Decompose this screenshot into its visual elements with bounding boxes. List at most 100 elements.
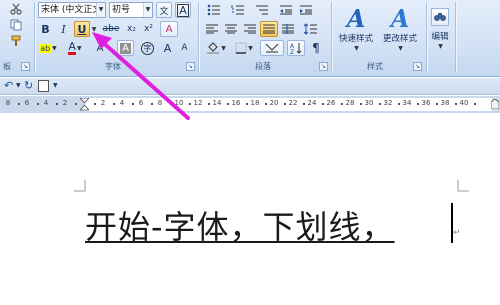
highlight-icon: ab xyxy=(39,43,52,53)
undo-icon[interactable]: ↶ xyxy=(4,79,13,92)
superscript-icon: x² xyxy=(144,24,153,34)
chevron-down-icon: ▼ xyxy=(398,45,403,52)
ruler-tick xyxy=(226,103,229,105)
ruler-number: 4 xyxy=(43,99,49,107)
ruler-number: 26 xyxy=(326,99,336,107)
bold-icon: B xyxy=(41,22,50,36)
ruler-tick xyxy=(207,103,210,105)
change-styles-label: 更改样式 xyxy=(382,34,417,44)
italic-button[interactable]: I xyxy=(56,21,71,37)
superscript-button[interactable]: x² xyxy=(141,21,156,37)
tab-stop-marker[interactable] xyxy=(490,98,500,110)
format-painter-icon[interactable] xyxy=(8,34,24,48)
numbering-icon xyxy=(231,5,244,15)
ruler-number: 28 xyxy=(345,99,355,107)
chevron-down-icon: ▼ xyxy=(354,45,359,52)
pinyin-guide-button[interactable]: 文 xyxy=(156,2,172,18)
clear-formatting-button[interactable]: A xyxy=(160,21,178,37)
character-border-box-button[interactable]: A xyxy=(117,40,134,56)
editing-button[interactable]: 编辑 ▼ xyxy=(428,3,452,59)
italic-icon: I xyxy=(61,22,66,36)
ruler-tick xyxy=(131,103,134,105)
align-left-button[interactable] xyxy=(203,21,221,37)
ruler-number: 34 xyxy=(402,99,412,107)
quick-styles-button[interactable]: A 快速样式 ▼ xyxy=(333,3,379,59)
font-size-combo[interactable]: 初号 ▼ xyxy=(109,2,153,18)
ruler-tick xyxy=(397,103,400,105)
grow-font-button[interactable]: A xyxy=(160,40,175,56)
char-border-box-icon: A xyxy=(120,42,131,54)
group-separator xyxy=(455,2,456,72)
line-spacing-button[interactable] xyxy=(300,21,322,37)
underline-button[interactable]: U xyxy=(74,21,90,37)
ruler-number: 36 xyxy=(421,99,431,107)
show-marks-button[interactable]: ¶ xyxy=(308,40,324,56)
borders-button[interactable]: ▼ xyxy=(232,40,256,56)
multilevel-list-icon xyxy=(256,5,268,15)
print-preview-icon[interactable] xyxy=(38,80,49,92)
character-shading-button[interactable]: A xyxy=(92,40,108,56)
clear-format-icon: A xyxy=(165,23,173,35)
ruler-tick xyxy=(454,103,457,105)
ruler-tick xyxy=(378,103,381,105)
increase-indent-button[interactable] xyxy=(297,2,315,18)
distributed-button[interactable] xyxy=(279,21,297,37)
font-dialog-launcher[interactable]: ↘ xyxy=(186,62,195,71)
chevron-down-icon: ▼ xyxy=(52,44,57,52)
align-center-button[interactable] xyxy=(222,21,240,37)
char-shading-icon: A xyxy=(96,42,104,54)
chinese-layout-button[interactable] xyxy=(260,40,284,56)
numbering-button[interactable] xyxy=(227,2,249,18)
ruler-number: 22 xyxy=(288,99,298,107)
paragraph-dialog-launcher[interactable]: ↘ xyxy=(319,62,328,71)
cut-icon[interactable] xyxy=(8,2,24,16)
ruler-tick xyxy=(150,103,153,105)
character-border-button[interactable]: A xyxy=(175,2,191,18)
redo-icon[interactable]: ↻ xyxy=(24,79,33,92)
ruler-tick xyxy=(245,103,248,105)
ruler-number: 10 xyxy=(174,99,184,107)
align-right-icon xyxy=(244,24,256,34)
align-left-icon xyxy=(206,24,218,34)
copy-icon[interactable] xyxy=(8,18,24,32)
horizontal-ruler[interactable]: 8 6 4 2 2 4 6 8 10 12 14 16 18 20 22 24 26 28 30 32 34 36 38 40 xyxy=(0,96,500,113)
shading-button[interactable]: ▼ xyxy=(203,40,229,56)
chevron-down-icon[interactable]: ▼ xyxy=(16,82,21,89)
sort-button[interactable]: AZ xyxy=(287,40,305,56)
document-text[interactable]: 开始-字体，下划线， xyxy=(85,202,395,248)
font-color-button[interactable]: A ▼ xyxy=(64,40,86,56)
clipboard-group-label: 板 xyxy=(3,62,11,71)
group-separator xyxy=(34,2,35,72)
binoculars-icon xyxy=(431,8,449,26)
ruler-tick xyxy=(416,103,419,105)
change-styles-button[interactable]: A 更改样式 ▼ xyxy=(375,3,425,59)
decrease-indent-button[interactable] xyxy=(277,2,295,18)
clipboard-dialog-launcher[interactable]: ↘ xyxy=(21,62,30,71)
enclose-icon: 字 xyxy=(141,41,154,55)
strikethrough-button[interactable]: abe xyxy=(101,21,121,37)
bold-button[interactable]: B xyxy=(38,21,53,37)
bullets-button[interactable] xyxy=(203,2,225,18)
ruler-number: 6 xyxy=(138,99,144,107)
editing-label: 编辑 xyxy=(431,32,449,42)
document-area[interactable]: 开始-字体，下划线， ↵ xyxy=(0,114,500,305)
indent-marker[interactable] xyxy=(79,97,90,111)
font-size-value: 初号 xyxy=(112,5,131,15)
subscript-button[interactable]: x₂ xyxy=(124,21,139,37)
justify-button[interactable] xyxy=(260,21,278,37)
align-right-button[interactable] xyxy=(241,21,259,37)
chevron-down-icon[interactable]: ▼ xyxy=(53,82,58,89)
styles-dialog-launcher[interactable]: ↘ xyxy=(413,62,422,71)
ruler-tick xyxy=(169,103,172,105)
underline-dropdown[interactable]: ▼ xyxy=(90,21,97,37)
chevron-down-icon[interactable]: ▼ xyxy=(143,3,152,17)
font-name-combo[interactable]: 宋体 (中文正文) ▼ xyxy=(38,2,106,18)
ruler-tick xyxy=(93,103,96,105)
shrink-font-button[interactable]: A xyxy=(177,40,192,56)
text-highlight-button[interactable]: ab ▼ xyxy=(38,40,58,56)
ruler-number: 2 xyxy=(100,99,106,107)
chevron-down-icon[interactable]: ▼ xyxy=(96,3,105,17)
strikethrough-icon: abe xyxy=(102,24,120,34)
enclose-characters-button[interactable]: 字 xyxy=(139,40,156,56)
multilevel-list-button[interactable] xyxy=(251,2,273,18)
